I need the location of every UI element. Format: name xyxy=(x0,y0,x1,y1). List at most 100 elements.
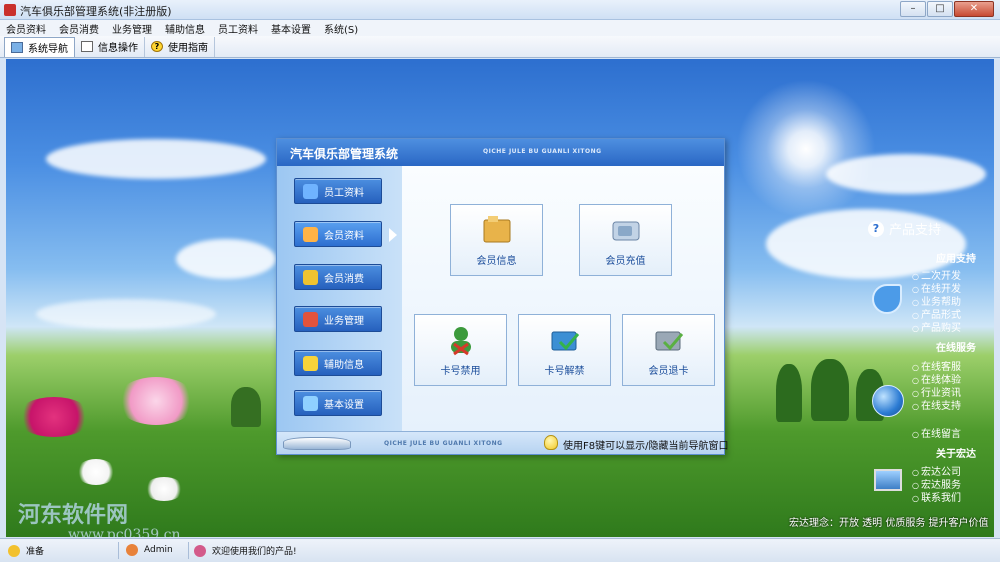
desktop-background: 河东软件网 www.pc0359.cn ? 产品支持 应用支持 二次开发 在线开… xyxy=(6,59,994,537)
title-bar[interactable]: 汽车俱乐部管理系统(非注册版) – □ ✕ xyxy=(0,0,1000,20)
nav-label: 基本设置 xyxy=(324,399,364,411)
tree-decoration xyxy=(231,387,261,427)
tile-member-recharge[interactable]: 会员充值 xyxy=(579,204,672,276)
status-bar: 准备 Admin 欢迎使用我们的产品! xyxy=(0,538,1000,562)
tab-label: 使用指南 xyxy=(168,43,208,54)
toolbar: 系统导航 信息操作 ? 使用指南 xyxy=(0,36,1000,58)
nav-business-button[interactable]: 业务管理 xyxy=(294,306,382,332)
nav-label: 辅助信息 xyxy=(324,359,364,371)
menu-member-consume[interactable]: 会员消费 xyxy=(59,21,99,36)
nav-label: 员工资料 xyxy=(324,187,364,199)
nav-member-button[interactable]: 会员资料 xyxy=(294,221,382,247)
flower-decoration xyxy=(76,459,116,485)
dialog-subtitle: QICHE JULE BU GUANLI XITONG xyxy=(483,148,602,155)
coins-icon xyxy=(303,269,318,285)
member-icon xyxy=(303,226,318,242)
tree-decoration xyxy=(776,364,802,422)
welcome-icon xyxy=(194,544,206,557)
support-link[interactable]: 在线支持 xyxy=(912,397,961,412)
tile-card-disable[interactable]: 卡号禁用 xyxy=(414,314,507,386)
globe-icon xyxy=(872,385,904,417)
menu-auxiliary[interactable]: 辅助信息 xyxy=(165,21,205,36)
card-reader-icon xyxy=(612,221,639,241)
nav-staff-button[interactable]: 员工资料 xyxy=(294,178,382,204)
card-return-icon xyxy=(655,331,683,351)
nav-auxiliary-button[interactable]: 辅助信息 xyxy=(294,350,382,376)
user-icon xyxy=(126,544,138,556)
tab-user-guide[interactable]: ? 使用指南 xyxy=(145,36,215,57)
monitor-icon xyxy=(11,41,23,53)
status-divider xyxy=(188,542,189,559)
menu-member-info[interactable]: 会员资料 xyxy=(6,21,46,36)
support-link[interactable]: 在线留言 xyxy=(912,425,961,440)
tab-label: 系统导航 xyxy=(28,43,68,55)
dialog-header: 汽车俱乐部管理系统 QICHE JULE BU GUANLI XITONG xyxy=(277,139,724,166)
support-link[interactable]: 产品购买 xyxy=(912,319,961,334)
settings-icon xyxy=(303,395,318,411)
help-icon: ? xyxy=(868,220,884,237)
cloud-decoration xyxy=(46,139,266,179)
menu-business[interactable]: 业务管理 xyxy=(112,21,152,36)
user-block-icon xyxy=(450,327,471,356)
tile-label: 会员信息 xyxy=(476,256,517,267)
nav-label: 业务管理 xyxy=(324,315,364,327)
cloud-decoration xyxy=(176,239,276,279)
nav-consume-button[interactable]: 会员消费 xyxy=(294,264,382,290)
app-logo-icon xyxy=(4,4,16,16)
tile-label: 会员充值 xyxy=(605,256,646,267)
tab-system-navigation[interactable]: 系统导航 xyxy=(4,36,75,57)
close-button[interactable]: ✕ xyxy=(954,1,994,17)
product-support-title[interactable]: ? 产品支持 xyxy=(868,219,941,238)
support-title-text: 产品支持 xyxy=(889,223,942,238)
monitor-icon xyxy=(874,469,902,491)
status-text: 准备 xyxy=(26,547,45,557)
support-section-online: 在线服务 xyxy=(936,343,976,354)
company-slogan: 宏达理念：开放 透明 优质服务 提升客户价值 xyxy=(789,518,989,529)
app-window: 汽车俱乐部管理系统(非注册版) – □ ✕ 会员资料 会员消费 业务管理 辅助信… xyxy=(0,0,1000,562)
status-user: Admin xyxy=(126,544,173,556)
tile-label: 卡号禁用 xyxy=(440,366,481,377)
staff-card-icon xyxy=(303,183,318,199)
card-check-icon xyxy=(551,331,579,351)
folder-icon xyxy=(483,216,510,243)
menu-bar: 会员资料 会员消费 业务管理 辅助信息 员工资料 基本设置 系统(S) xyxy=(0,20,1000,36)
tile-label: 会员退卡 xyxy=(648,366,689,377)
help-icon: ? xyxy=(151,41,163,52)
status-ready: 准备 xyxy=(8,544,44,557)
status-divider xyxy=(118,542,119,559)
sun-decoration xyxy=(736,79,876,219)
tree-decoration xyxy=(811,359,849,421)
menu-settings[interactable]: 基本设置 xyxy=(271,21,311,36)
footer-hint: 使用F8键可以显示/隐藏当前导航窗口 xyxy=(563,441,729,452)
footer-subtitle: QICHE JULE BU GUANLI XITONG xyxy=(384,440,503,447)
maximize-button[interactable]: □ xyxy=(927,1,953,17)
dialog-content: 会员信息 会员充值 卡号禁用 卡号解禁 会员退卡 xyxy=(402,166,724,431)
car-icon xyxy=(283,437,351,450)
menu-system[interactable]: 系统(S) xyxy=(324,21,358,36)
window-title: 汽车俱乐部管理系统(非注册版) xyxy=(20,5,172,18)
window-controls: – □ ✕ xyxy=(899,1,994,17)
status-message-text: 欢迎使用我们的产品! xyxy=(212,547,297,557)
flower-decoration xyxy=(16,397,92,437)
cloud-decoration xyxy=(826,154,986,194)
dialog-footer: QICHE JULE BU GUANLI XITONG 使用F8键可以显示/隐藏… xyxy=(277,431,728,454)
support-section-app: 应用支持 xyxy=(936,254,976,265)
tile-card-return[interactable]: 会员退卡 xyxy=(622,314,715,386)
document-icon xyxy=(81,41,93,52)
tile-card-unblock[interactable]: 卡号解禁 xyxy=(518,314,611,386)
tab-info-operation[interactable]: 信息操作 xyxy=(75,36,145,57)
cloud-decoration xyxy=(36,299,216,329)
status-user-text: Admin xyxy=(144,545,173,555)
dialog-title: 汽车俱乐部管理系统 xyxy=(290,147,399,161)
lightbulb-icon xyxy=(544,435,558,450)
flower-decoration xyxy=(116,377,196,425)
star-icon xyxy=(303,355,318,371)
menu-staff[interactable]: 员工资料 xyxy=(218,21,258,36)
minimize-button[interactable]: – xyxy=(900,1,926,17)
status-message: 欢迎使用我们的产品! xyxy=(194,544,297,557)
tile-member-info[interactable]: 会员信息 xyxy=(450,204,543,276)
support-link[interactable]: 联系我们 xyxy=(912,489,961,504)
tab-label: 信息操作 xyxy=(98,43,138,54)
navigation-dialog: 汽车俱乐部管理系统 QICHE JULE BU GUANLI XITONG 员工… xyxy=(276,138,728,455)
nav-settings-button[interactable]: 基本设置 xyxy=(294,390,382,416)
